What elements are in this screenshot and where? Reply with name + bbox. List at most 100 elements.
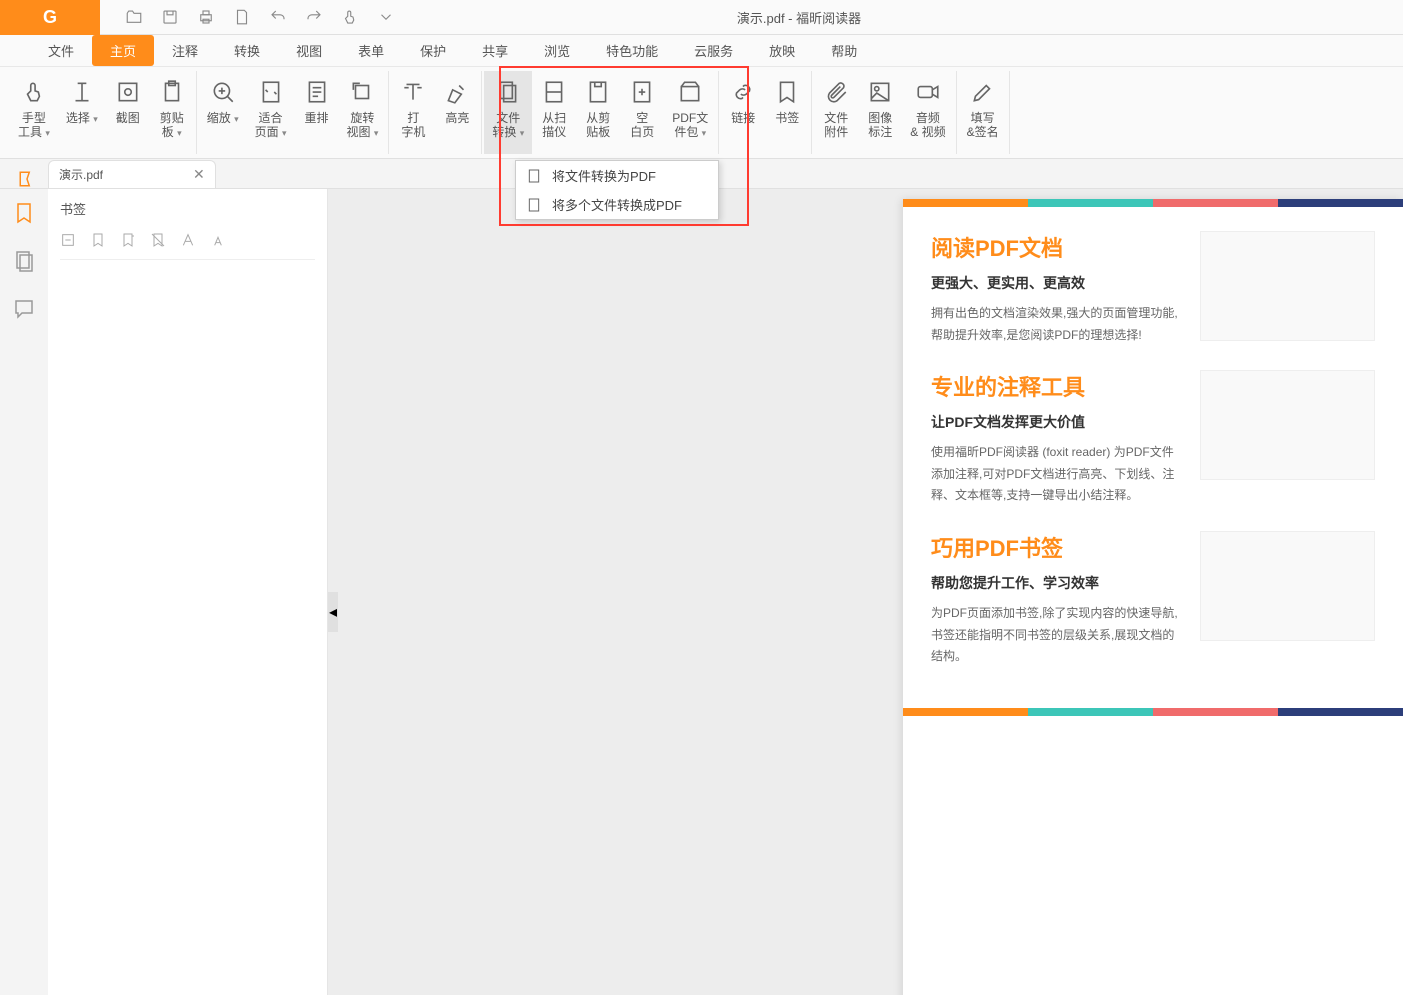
section-subheading: 帮助您提升工作、学习效率: [931, 573, 1184, 593]
from-clipboard-icon: [585, 77, 611, 107]
ribbon-label: 重排: [304, 111, 328, 125]
zoom-icon: [210, 77, 236, 107]
menu-共享[interactable]: 共享: [464, 35, 526, 66]
menu-表单[interactable]: 表单: [340, 35, 402, 66]
ribbon: 手型 工具 ▾ 选择 ▾ 截图剪贴 板 ▾ 缩放 ▾ 适合 页面 ▾ 重排 旋转 视图 ▾ 打…: [0, 67, 1403, 159]
bookmark-btn-icon: [774, 77, 800, 107]
pdf-package-button[interactable]: PDF文 件包 ▾: [664, 71, 716, 154]
font-smaller-icon[interactable]: [210, 232, 226, 253]
ribbon-label: 缩放 ▾: [207, 111, 239, 125]
section-heading: 阅读PDF文档: [931, 231, 1184, 263]
new-bookmark-icon[interactable]: [120, 232, 136, 253]
font-larger-icon[interactable]: [180, 232, 196, 253]
ribbon-label: 选择 ▾: [66, 111, 98, 125]
ribbon-label: 空 白页: [630, 111, 654, 140]
link-button[interactable]: 链接: [721, 71, 765, 154]
clipboard-button[interactable]: 剪贴 板 ▾: [150, 71, 194, 154]
ribbon-label: 图像 标注: [868, 111, 892, 140]
bookmark-tab-icon[interactable]: [0, 170, 48, 188]
menu-视图[interactable]: 视图: [278, 35, 340, 66]
reflow-button[interactable]: 重排: [295, 71, 339, 154]
bookmark-panel: 书签: [48, 189, 328, 995]
menu-主页[interactable]: 主页: [92, 35, 154, 66]
menu-注释[interactable]: 注释: [154, 35, 216, 66]
ribbon-label: 适合 页面 ▾: [255, 111, 287, 140]
ribbon-label: 文件 附件: [824, 111, 848, 140]
audio-video-button[interactable]: 音频 & 视频: [902, 71, 953, 154]
file-attach-button[interactable]: 文件 附件: [814, 71, 858, 154]
doc-section: 阅读PDF文档更强大、更实用、更高效拥有出色的文档渲染效果,强大的页面管理功能,…: [903, 207, 1403, 346]
page-icon[interactable]: [233, 8, 251, 26]
convert-to-pdf[interactable]: 将文件转换为PDF: [516, 161, 718, 190]
typewriter-button[interactable]: 打 字机: [391, 71, 435, 154]
document-canvas[interactable]: ◂ 阅读PDF文档更强大、更实用、更高效拥有出色的文档渲染效果,强大的页面管理功…: [328, 189, 1403, 995]
from-clipboard-button[interactable]: 从剪 贴板: [576, 71, 620, 154]
menu-转换[interactable]: 转换: [216, 35, 278, 66]
from-scanner-icon: [541, 77, 567, 107]
close-icon[interactable]: ✕: [193, 166, 205, 183]
pdf-page: 阅读PDF文档更强大、更实用、更高效拥有出色的文档渲染效果,强大的页面管理功能,…: [903, 199, 1403, 995]
image-annot-button[interactable]: 图像 标注: [858, 71, 902, 154]
convert-multi-to-pdf[interactable]: 将多个文件转换成PDF: [516, 190, 718, 219]
window-title: 演示.pdf - 福昕阅读器: [395, 8, 1403, 27]
delete-bookmark-icon[interactable]: [150, 232, 166, 253]
print-icon[interactable]: [197, 8, 215, 26]
section-subheading: 更强大、更实用、更高效: [931, 273, 1184, 293]
ribbon-label: 文件 转换 ▾: [492, 111, 524, 140]
ribbon-label: 书签: [775, 111, 799, 125]
app-logo[interactable]: G: [0, 0, 100, 35]
menu-浏览[interactable]: 浏览: [526, 35, 588, 66]
open-icon[interactable]: [125, 8, 143, 26]
menu-云服务[interactable]: 云服务: [676, 35, 751, 66]
touch-icon[interactable]: [341, 8, 359, 26]
clipboard-icon: [159, 77, 185, 107]
quick-access-toolbar: [100, 8, 395, 26]
hand-tool-button[interactable]: 手型 工具 ▾: [10, 71, 58, 154]
expand-icon[interactable]: [60, 232, 76, 253]
menu-放映[interactable]: 放映: [751, 35, 813, 66]
sidebar: [0, 189, 48, 995]
ribbon-label: 音频 & 视频: [910, 111, 945, 140]
undo-icon[interactable]: [269, 8, 287, 26]
select-button[interactable]: 选择 ▾: [58, 71, 106, 154]
titlebar: G 演示.pdf - 福昕阅读器: [0, 0, 1403, 35]
section-thumbnail: [1200, 531, 1375, 641]
ribbon-label: 剪贴 板 ▾: [160, 111, 184, 140]
menu-帮助[interactable]: 帮助: [813, 35, 875, 66]
bookmark-icon[interactable]: [12, 201, 36, 225]
zoom-button[interactable]: 缩放 ▾: [199, 71, 247, 154]
blank-page-button[interactable]: 空 白页: [620, 71, 664, 154]
menu-特色功能[interactable]: 特色功能: [588, 35, 676, 66]
bookmark-toolbar: [60, 226, 315, 260]
highlight-button[interactable]: 高亮: [435, 71, 479, 154]
fit-page-button[interactable]: 适合 页面 ▾: [247, 71, 295, 154]
fit-page-icon: [258, 77, 284, 107]
menubar: 文件主页注释转换视图表单保护共享浏览特色功能云服务放映帮助: [0, 35, 1403, 67]
from-scanner-button[interactable]: 从扫 描仪: [532, 71, 576, 154]
bookmark-btn-button[interactable]: 书签: [765, 71, 809, 154]
add-bookmark-icon[interactable]: [90, 232, 106, 253]
menu-保护[interactable]: 保护: [402, 35, 464, 66]
ribbon-label: 从扫 描仪: [542, 111, 566, 140]
qat-dropdown-icon[interactable]: [377, 8, 395, 26]
fill-sign-icon: [970, 77, 996, 107]
comments-icon[interactable]: [12, 297, 36, 321]
typewriter-icon: [400, 77, 426, 107]
section-subheading: 让PDF文档发挥更大价值: [931, 412, 1184, 432]
save-icon[interactable]: [161, 8, 179, 26]
file-convert-button[interactable]: 文件 转换 ▾: [484, 71, 532, 154]
ribbon-label: 高亮: [445, 111, 469, 125]
fill-sign-button[interactable]: 填写 &签名: [959, 71, 1007, 154]
screenshot-button[interactable]: 截图: [106, 71, 150, 154]
ribbon-label: 链接: [731, 111, 755, 125]
redo-icon[interactable]: [305, 8, 323, 26]
ribbon-label: 旋转 视图 ▾: [347, 111, 379, 140]
screenshot-icon: [115, 77, 141, 107]
menu-文件[interactable]: 文件: [30, 35, 92, 66]
document-tab[interactable]: 演示.pdf ✕: [48, 160, 216, 188]
rotate-view-button[interactable]: 旋转 视图 ▾: [339, 71, 387, 154]
section-heading: 专业的注释工具: [931, 370, 1184, 402]
collapse-handle[interactable]: ◂: [328, 592, 338, 632]
ribbon-label: PDF文 件包 ▾: [672, 111, 708, 140]
pages-icon[interactable]: [12, 249, 36, 273]
